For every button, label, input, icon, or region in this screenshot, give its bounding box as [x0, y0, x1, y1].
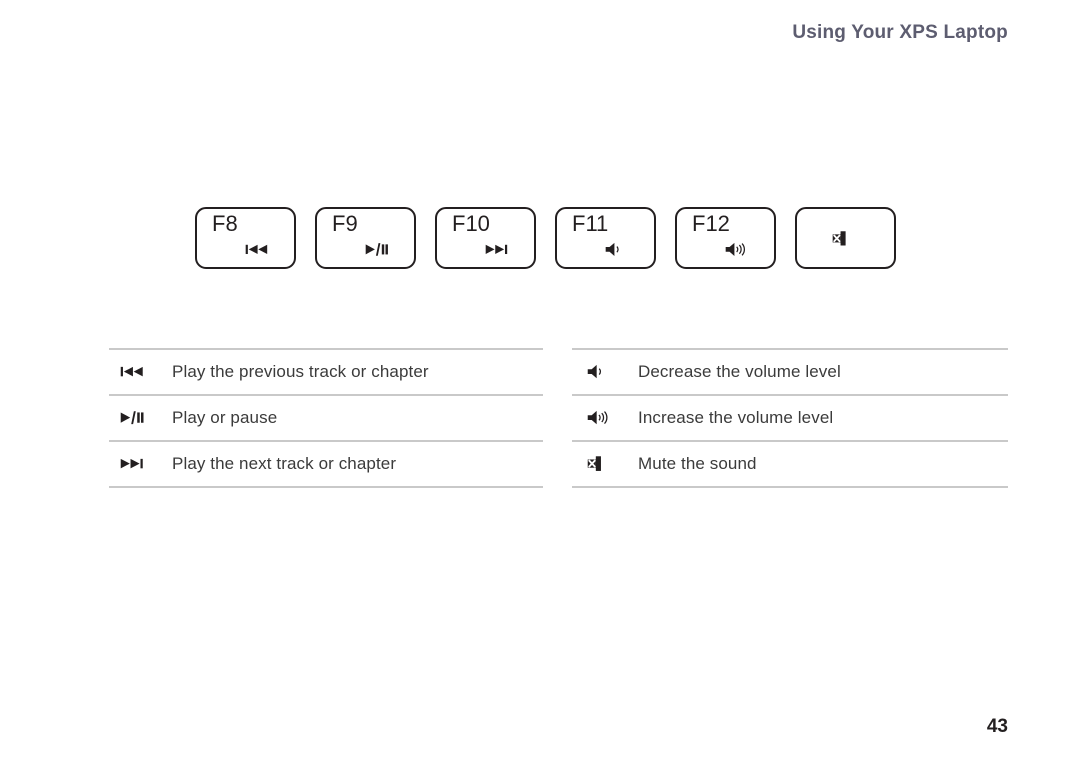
play-pause-icon — [109, 409, 153, 426]
page-header-title: Using Your XPS Laptop — [792, 22, 1008, 43]
play-pause-icon — [317, 241, 414, 258]
table-row-description: Play the next track or chapter — [172, 454, 397, 473]
table-rule — [572, 486, 1008, 488]
volume-down-icon — [557, 241, 654, 258]
table-row-description: Play the previous track or chapter — [172, 362, 429, 381]
key-cap-f11[interactable]: F11 — [555, 207, 656, 269]
table-row: Decrease the volume level — [572, 350, 1008, 394]
key-cap-f12[interactable]: F12 — [675, 207, 776, 269]
table-row: Increase the volume level — [572, 396, 1008, 440]
next-track-icon — [109, 455, 153, 472]
key-label: F11 — [572, 211, 609, 236]
table-row: Mute the sound — [572, 442, 1008, 486]
function-key-row: F8 F9 F10 F11 F12 — [195, 207, 896, 269]
key-cap-mute[interactable] — [795, 207, 896, 269]
next-track-icon — [437, 241, 534, 258]
previous-track-icon — [109, 363, 153, 380]
previous-track-icon — [197, 241, 294, 258]
key-label: F8 — [212, 211, 238, 236]
mute-icon — [797, 209, 894, 267]
table-row-description: Decrease the volume level — [638, 362, 841, 381]
volume-up-icon — [572, 409, 624, 426]
key-label: F9 — [332, 211, 358, 236]
table-row: Play the next track or chapter — [109, 442, 543, 486]
table-row-description: Play or pause — [172, 408, 278, 427]
table-row-description: Increase the volume level — [638, 408, 834, 427]
key-label: F12 — [692, 211, 730, 236]
key-label: F10 — [452, 211, 490, 236]
media-key-description-table-left: Play the previous track or chapter Play o… — [109, 348, 543, 488]
key-cap-f10[interactable]: F10 — [435, 207, 536, 269]
table-row: Play the previous track or chapter — [109, 350, 543, 394]
key-cap-f9[interactable]: F9 — [315, 207, 416, 269]
mute-icon — [572, 455, 624, 472]
volume-up-icon — [677, 241, 774, 258]
key-cap-f8[interactable]: F8 — [195, 207, 296, 269]
table-row-description: Mute the sound — [638, 454, 757, 473]
table-row: Play or pause — [109, 396, 543, 440]
table-rule — [109, 486, 543, 488]
media-key-description-table-right: Decrease the volume level Increase the vo… — [572, 348, 1008, 488]
volume-down-icon — [572, 363, 624, 380]
page-number: 43 — [986, 716, 1008, 737]
